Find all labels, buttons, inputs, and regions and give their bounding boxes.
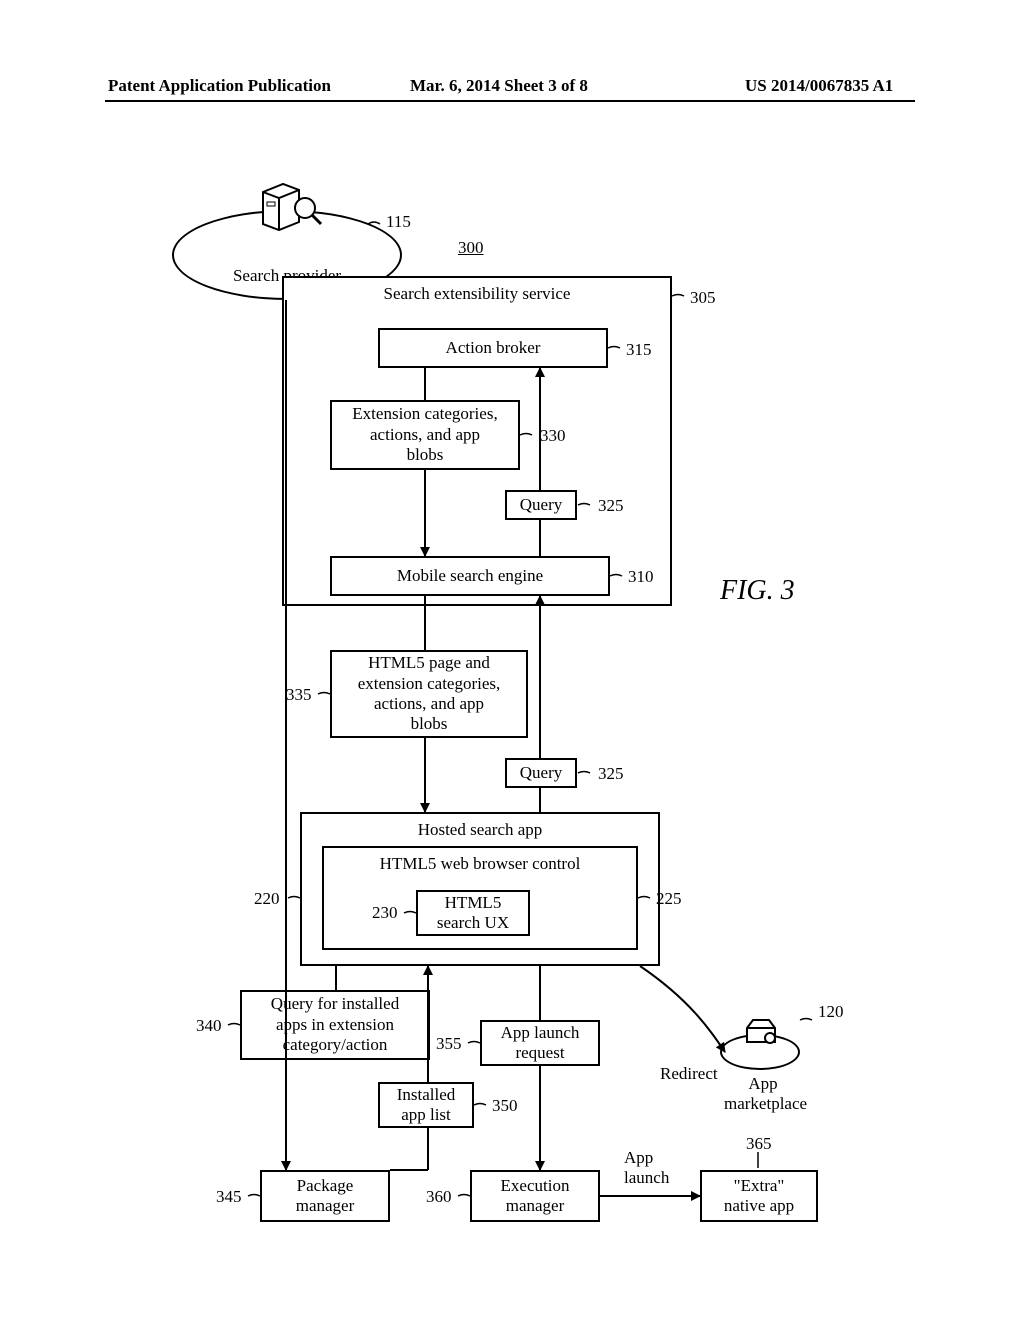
num-315: 315 [626,340,652,360]
browser-ctrl-title: HTML5 web browser control [324,854,636,874]
installed-list-text: Installed app list [397,1085,456,1126]
num-230: 230 [372,903,398,923]
figure-label: FIG. 3 [720,575,795,607]
mobile-search-box: Mobile search engine [330,556,610,596]
server-icon [255,178,325,238]
num-115: 115 [386,212,411,232]
header-center: Mar. 6, 2014 Sheet 3 of 8 [410,76,588,96]
app-marketplace-icon [745,1016,779,1046]
num-305: 305 [690,288,716,308]
app-launch-label: App launch [624,1148,669,1189]
installed-list-box: Installed app list [378,1082,474,1128]
exec-mgr-box: Execution manager [470,1170,600,1222]
num-120: 120 [818,1002,844,1022]
header-right: US 2014/0067835 A1 [745,76,893,96]
redirect-label: Redirect [660,1064,718,1084]
ext-cats-box: Extension categories, actions, and app b… [330,400,520,470]
num-355: 355 [436,1034,462,1054]
app-launch-req-box: App launch request [480,1020,600,1066]
num-340: 340 [196,1016,222,1036]
num-330: 330 [540,426,566,446]
query-lower-box: Query [505,758,577,788]
num-345: 345 [216,1187,242,1207]
header-left: Patent Application Publication [108,76,331,96]
page: Patent Application Publication Mar. 6, 2… [0,0,1024,1320]
app-marketplace-text: App marketplace [724,1074,802,1115]
header-rule [105,100,915,102]
search-ux-box: HTML5 search UX [416,890,530,936]
num-360: 360 [426,1187,452,1207]
hosted-title: Hosted search app [302,820,658,840]
action-broker-text: Action broker [446,338,541,358]
num-325a: 325 [598,496,624,516]
num-325b: 325 [598,764,624,784]
exec-mgr-text: Execution manager [501,1176,570,1217]
num-310: 310 [628,567,654,587]
html5-page-box: HTML5 page and extension categories, act… [330,650,528,738]
num-335: 335 [286,685,312,705]
query-upper-box: Query [505,490,577,520]
app-launch-req-text: App launch request [501,1023,580,1064]
num-220: 220 [254,889,280,909]
num-350: 350 [492,1096,518,1116]
ext-service-title: Search extensibility service [284,284,670,304]
extra-native-text: "Extra" native app [724,1176,794,1217]
package-mgr-text: Package manager [296,1176,355,1217]
extra-native-box: "Extra" native app [700,1170,818,1222]
package-mgr-box: Package manager [260,1170,390,1222]
ext-cats-text: Extension categories, actions, and app b… [352,404,497,465]
action-broker-box: Action broker [378,328,608,368]
num-365: 365 [746,1134,772,1154]
num-225: 225 [656,889,682,909]
mobile-search-text: Mobile search engine [397,566,543,586]
html5-page-text: HTML5 page and extension categories, act… [358,653,501,735]
query-upper-text: Query [520,495,562,515]
query-installed-box: Query for installed apps in extension ca… [240,990,430,1060]
num-300: 300 [458,238,484,258]
query-lower-text: Query [520,763,562,783]
query-installed-text: Query for installed apps in extension ca… [271,994,399,1055]
search-ux-text: HTML5 search UX [437,893,509,934]
